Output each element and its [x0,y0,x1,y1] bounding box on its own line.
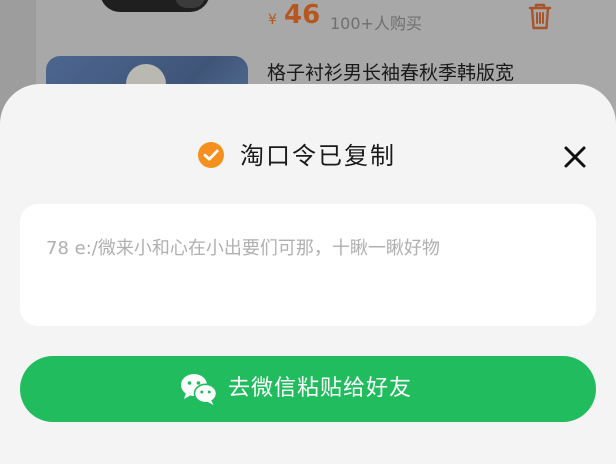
product-title: 格子衬衫男长袖春秋季韩版宽 [267,62,515,84]
paste-to-wechat-label: 去微信粘贴给好友 [228,376,413,401]
sheet-header: 淘口令已复制 [0,140,616,174]
taokouling-code-text: 78 e:/微来小和心在小出要们可那，十瞅一瞅好物 [46,238,440,259]
wechat-icon [181,374,218,405]
check-circle-icon [198,142,224,168]
sheet-title: 淘口令已复制 [240,142,396,170]
trash-icon[interactable] [524,0,556,32]
paste-to-wechat-button[interactable]: 去微信粘贴给好友 [20,356,596,422]
price-currency: ¥ [268,12,277,28]
taokouling-code-box: 78 e:/微来小和心在小出要们可那，十瞅一瞅好物 [20,204,596,326]
close-icon[interactable] [560,142,590,172]
sold-count: 100+人购买 [330,14,422,33]
item-price: 46 [284,0,321,30]
taokouling-copied-sheet: 淘口令已复制 78 e:/微来小和心在小出要们可那，十瞅一瞅好物 去微信粘贴给好… [0,84,616,464]
